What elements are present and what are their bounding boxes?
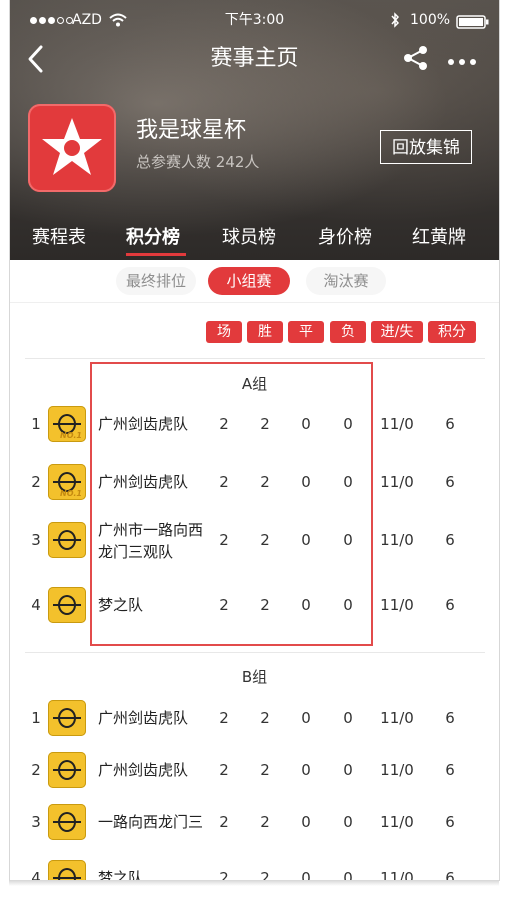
goals: 11/0 xyxy=(380,869,414,881)
tab-value[interactable]: 身价榜 xyxy=(318,222,372,254)
lost: 0 xyxy=(343,709,353,727)
drawn: 0 xyxy=(301,761,311,779)
table-row[interactable]: 4 梦之队 2 2 0 0 11/0 6 xyxy=(10,858,499,881)
rank: 4 xyxy=(31,596,41,614)
drawn: 0 xyxy=(301,813,311,831)
group-a-highlight-box xyxy=(90,362,373,646)
tab-standings[interactable]: 积分榜 xyxy=(126,222,180,254)
team-logo-badge: NO.1 xyxy=(60,489,82,498)
table-row[interactable]: 3 一路向西龙门三 2 2 0 0 11/0 6 xyxy=(10,802,499,842)
table-row[interactable]: 1 广州剑齿虎队 2 2 0 0 11/0 6 xyxy=(10,698,499,738)
goals: 11/0 xyxy=(380,473,414,491)
col-played: 场 xyxy=(206,321,242,343)
active-tab-indicator xyxy=(126,253,186,256)
subtab-knockout[interactable]: 淘汰赛 xyxy=(306,267,386,295)
battery-icon xyxy=(456,14,490,33)
rank: 2 xyxy=(31,761,41,779)
team-logo-icon: NO.1 xyxy=(48,464,86,500)
won: 2 xyxy=(260,813,270,831)
points: 6 xyxy=(445,531,455,549)
col-won: 胜 xyxy=(247,321,283,343)
goals: 11/0 xyxy=(380,813,414,831)
league-name: 我是球星杯 xyxy=(136,118,247,143)
more-icon[interactable] xyxy=(446,52,478,71)
participants-label: 总参赛人数 xyxy=(136,153,212,171)
rank: 1 xyxy=(31,709,41,727)
battery-percent: 100% xyxy=(410,12,451,28)
team-name: 梦之队 xyxy=(98,869,144,881)
main-tabs: 赛程表 积分榜 球员榜 身价榜 红黄牌 xyxy=(10,222,499,258)
team-logo-icon xyxy=(48,860,86,880)
team-logo-icon xyxy=(48,522,86,558)
points: 6 xyxy=(445,869,455,881)
phone-screen: AZD 下午3:00 100% 赛事主页 我是球星杯 总参赛人数 242人 回放… xyxy=(9,0,500,881)
subtab-group-stage[interactable]: 小组赛 xyxy=(208,267,290,295)
rank: 4 xyxy=(31,869,41,881)
points: 6 xyxy=(445,473,455,491)
rank: 1 xyxy=(31,415,41,433)
points: 6 xyxy=(445,761,455,779)
group-title: B组 xyxy=(241,668,268,686)
subtab-final-ranking[interactable]: 最终排位 xyxy=(116,267,196,295)
points: 6 xyxy=(445,813,455,831)
played: 2 xyxy=(219,869,229,881)
participants-value: 242人 xyxy=(215,153,260,171)
star-logo-icon xyxy=(28,104,116,192)
team-logo-icon xyxy=(48,700,86,736)
won: 2 xyxy=(260,761,270,779)
rank: 3 xyxy=(31,531,41,549)
lost: 0 xyxy=(343,813,353,831)
played: 2 xyxy=(219,761,229,779)
tab-cards[interactable]: 红黄牌 xyxy=(412,222,466,254)
col-points: 积分 xyxy=(428,321,476,343)
points: 6 xyxy=(445,709,455,727)
points: 6 xyxy=(445,596,455,614)
drawn: 0 xyxy=(301,869,311,881)
divider xyxy=(25,358,485,359)
goals: 11/0 xyxy=(380,531,414,549)
drawn: 0 xyxy=(301,709,311,727)
team-name: 广州剑齿虎队 xyxy=(98,761,189,779)
team-logo-icon xyxy=(48,587,86,623)
played: 2 xyxy=(219,813,229,831)
stage-switcher: 最终排位 小组赛 淘汰赛 xyxy=(10,262,499,303)
played: 2 xyxy=(219,709,229,727)
team-logo-badge: NO.1 xyxy=(60,431,82,440)
rank: 3 xyxy=(31,813,41,831)
bluetooth-icon xyxy=(390,12,400,32)
replay-highlights-button[interactable]: 回放集锦 xyxy=(380,130,472,164)
divider xyxy=(25,652,485,653)
goals: 11/0 xyxy=(380,761,414,779)
goals: 11/0 xyxy=(380,709,414,727)
lost: 0 xyxy=(343,761,353,779)
team-logo-icon xyxy=(48,752,86,788)
goals: 11/0 xyxy=(380,415,414,433)
participant-count: 总参赛人数 242人 xyxy=(136,151,259,173)
points: 6 xyxy=(445,415,455,433)
team-logo-icon: NO.1 xyxy=(48,406,86,442)
rank: 2 xyxy=(31,473,41,491)
tab-schedule[interactable]: 赛程表 xyxy=(32,222,86,254)
standings-column-headers: 场 胜 平 负 进/失 积分 xyxy=(10,321,499,343)
col-drawn: 平 xyxy=(288,321,324,343)
lost: 0 xyxy=(343,869,353,881)
won: 2 xyxy=(260,709,270,727)
team-name: 一路向西龙门三 xyxy=(98,813,204,831)
col-lost: 负 xyxy=(330,321,366,343)
table-row[interactable]: 2 广州剑齿虎队 2 2 0 0 11/0 6 xyxy=(10,750,499,790)
col-goals: 进/失 xyxy=(371,321,423,343)
won: 2 xyxy=(260,869,270,881)
share-icon[interactable] xyxy=(402,44,430,76)
team-logo-icon xyxy=(48,804,86,840)
tab-players[interactable]: 球员榜 xyxy=(222,222,276,254)
team-name: 广州剑齿虎队 xyxy=(98,709,189,727)
device-shadow xyxy=(9,880,499,886)
goals: 11/0 xyxy=(380,596,414,614)
